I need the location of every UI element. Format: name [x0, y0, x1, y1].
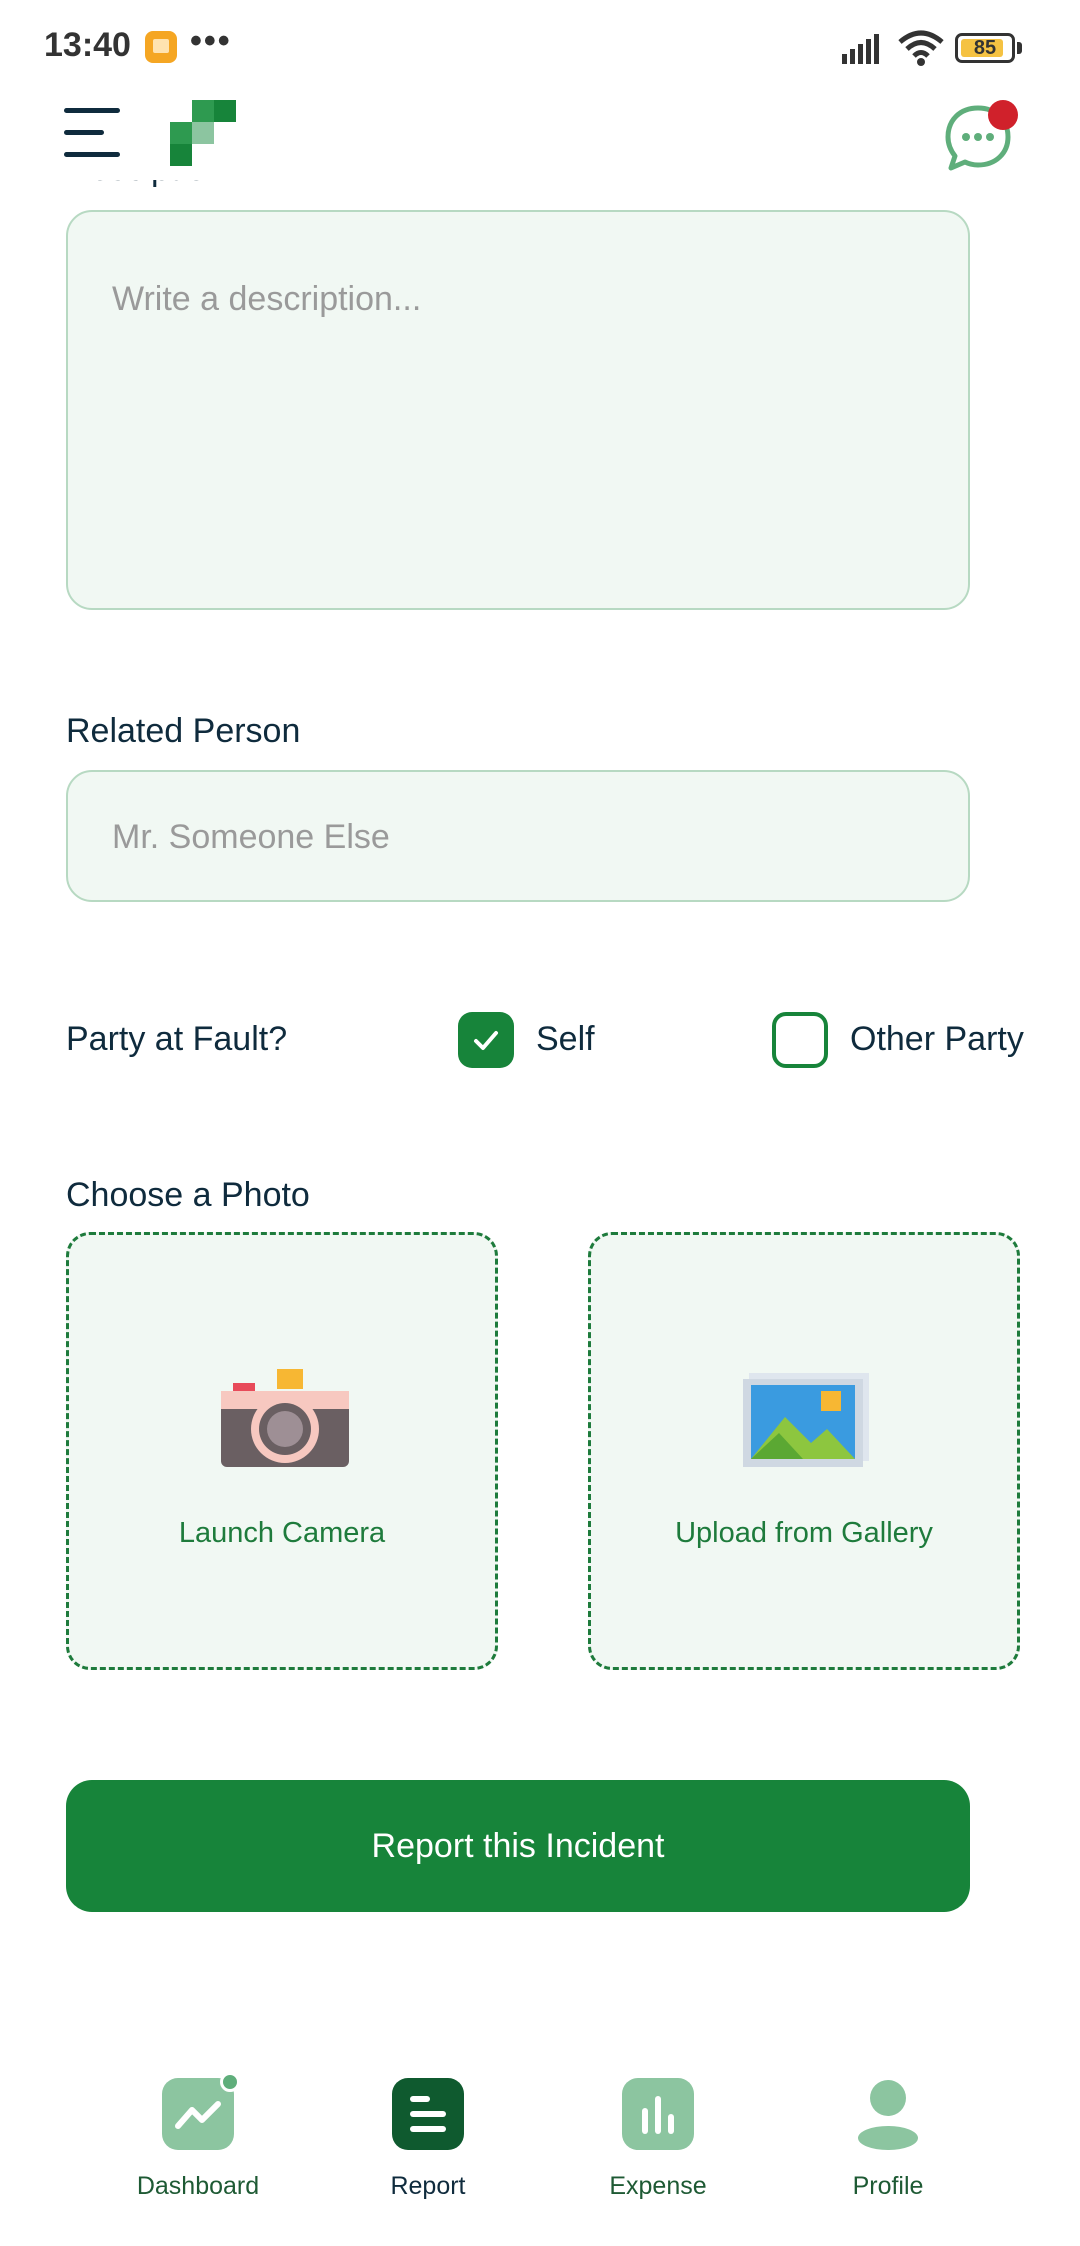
other-party-checkbox[interactable] — [772, 1012, 828, 1068]
description-placeholder: Write a description... — [112, 280, 422, 318]
signal-icon — [842, 34, 879, 64]
more-notifications-indicator: ••• — [190, 22, 232, 60]
upload-gallery-label: Upload from Gallery — [675, 1517, 933, 1549]
related-person-field[interactable]: Mr. Someone Else — [66, 770, 970, 902]
nav-item-report[interactable]: Report — [328, 2060, 528, 2200]
app-logo — [170, 100, 236, 166]
status-time: 13:40 — [44, 26, 131, 64]
wifi-icon — [898, 30, 944, 66]
related-person-label: Related Person — [66, 712, 301, 750]
choose-photo-label: Choose a Photo — [66, 1176, 310, 1214]
status-bar: 13:40 ••• 85 — [0, 0, 1080, 90]
battery-icon: 85 — [955, 33, 1015, 63]
report-incident-button[interactable]: Report this Incident — [66, 1780, 970, 1912]
nav-label-dashboard: Dashboard — [136, 2172, 260, 2200]
nav-label-profile: Profile — [852, 2172, 924, 2200]
person-icon — [858, 2080, 918, 2150]
notification-badge — [988, 100, 1018, 130]
nav-item-dashboard[interactable]: Dashboard — [98, 2060, 298, 2200]
launch-camera-label: Launch Camera — [178, 1517, 386, 1549]
self-checkbox[interactable] — [458, 1012, 514, 1068]
self-option-label[interactable]: Self — [536, 1020, 595, 1059]
other-party-option-label[interactable]: Other Party — [850, 1020, 1024, 1059]
camera-icon — [221, 1369, 349, 1467]
gallery-icon — [743, 1373, 869, 1467]
upload-gallery-button[interactable]: Upload from Gallery — [588, 1232, 1020, 1670]
nav-item-profile[interactable]: Profile — [788, 2060, 988, 2200]
nav-label-report: Report — [390, 2172, 466, 2200]
notification-app-icon — [145, 31, 177, 63]
dashboard-dot-indicator — [220, 2072, 240, 2092]
bar-chart-icon — [622, 2078, 694, 2150]
app-header — [0, 90, 1080, 180]
party-at-fault-label: Party at Fault? — [66, 1020, 288, 1058]
battery-level: 85 — [973, 37, 997, 59]
launch-camera-button[interactable]: Launch Camera — [66, 1232, 498, 1670]
nav-item-expense[interactable]: Expense — [558, 2060, 758, 2200]
nav-label-expense: Expense — [609, 2172, 707, 2200]
checkmark-icon — [474, 1031, 498, 1050]
description-field[interactable]: Write a description... — [66, 210, 970, 610]
related-person-placeholder: Mr. Someone Else — [112, 818, 390, 856]
report-list-icon — [392, 2078, 464, 2150]
hamburger-menu-icon[interactable] — [64, 108, 120, 160]
bottom-navigation: Dashboard Report Expense Profile — [0, 2040, 1080, 2246]
